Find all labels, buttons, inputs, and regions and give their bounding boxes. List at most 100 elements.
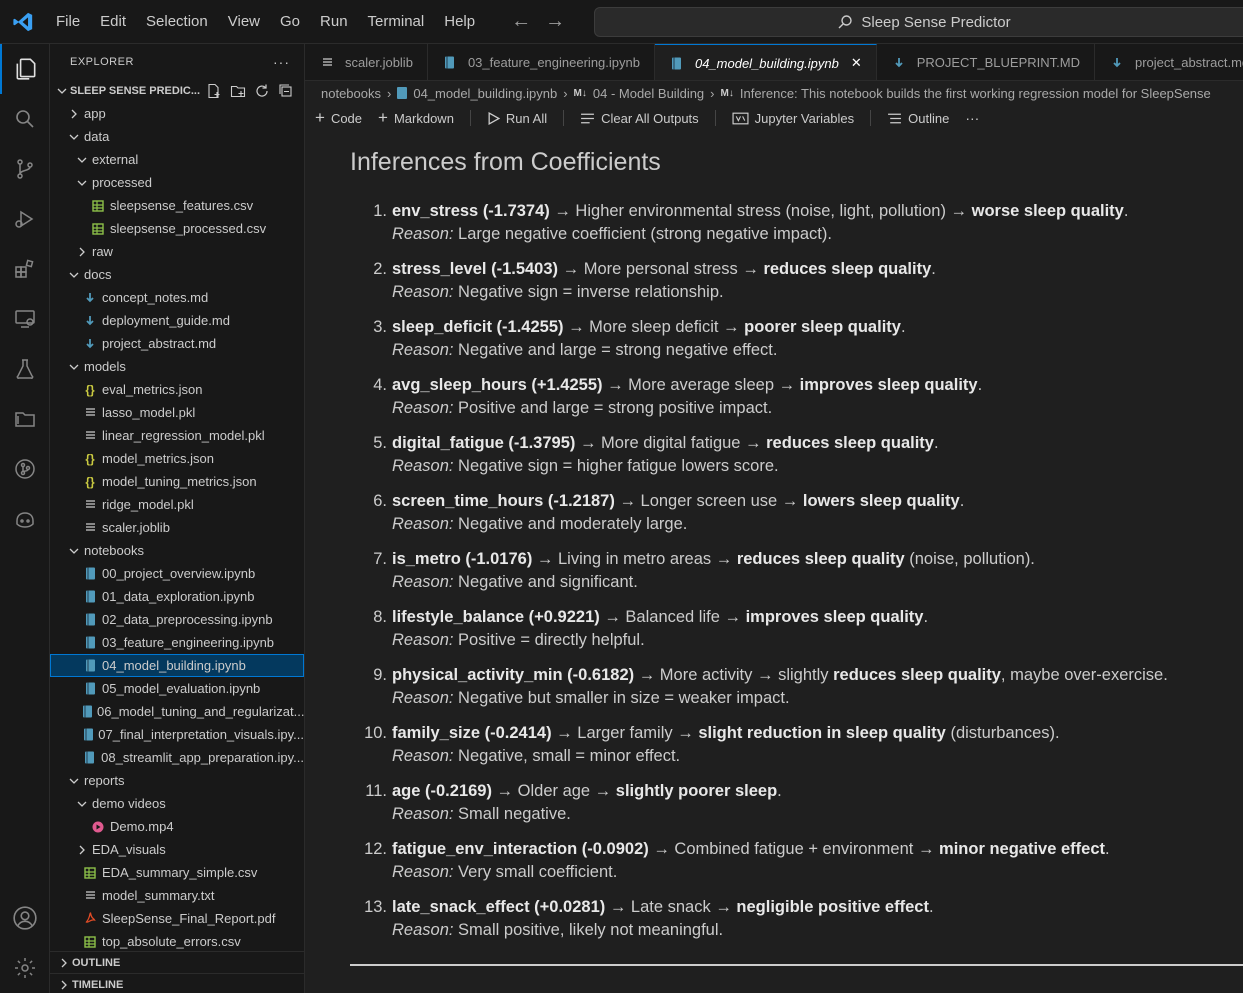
tree-folder[interactable]: docs <box>50 263 304 286</box>
explorer-icon[interactable] <box>0 44 50 94</box>
command-center-search[interactable]: Sleep Sense Predictor <box>594 7 1243 37</box>
tree-file[interactable]: concept_notes.md <box>50 286 304 309</box>
source-control-icon[interactable] <box>0 144 50 194</box>
search-sidebar-icon[interactable] <box>0 94 50 144</box>
tree-folder[interactable]: raw <box>50 240 304 263</box>
close-icon[interactable]: ✕ <box>851 55 862 71</box>
tree-file[interactable]: 01_data_exploration.ipynb <box>50 585 304 608</box>
tree-file[interactable]: 02_data_preprocessing.ipynb <box>50 608 304 631</box>
tree-file[interactable]: 06_model_tuning_and_regularizat... <box>50 700 304 723</box>
copilot-icon[interactable] <box>0 494 50 544</box>
tree-folder[interactable]: notebooks <box>50 539 304 562</box>
refresh-icon[interactable] <box>254 83 270 99</box>
project-folder-header[interactable]: SLEEP SENSE PREDIC... <box>50 80 304 102</box>
add-code-cell-button[interactable]: + Code <box>315 108 362 128</box>
remote-explorer-icon[interactable] <box>0 294 50 344</box>
menu-terminal[interactable]: Terminal <box>358 0 435 44</box>
tree-folder[interactable]: data <box>50 125 304 148</box>
testing-icon[interactable] <box>0 344 50 394</box>
tree-file[interactable]: 05_model_evaluation.ipynb <box>50 677 304 700</box>
tree-file[interactable]: lasso_model.pkl <box>50 401 304 424</box>
more-actions-icon[interactable]: ··· <box>273 54 290 70</box>
coefficient-list: 1. env_stress (-1.7374) → Higher environm… <box>350 200 1243 942</box>
tree-file[interactable]: scaler.joblib <box>50 516 304 539</box>
coefficient-line: fatigue_env_interaction (-0.0902) → Comb… <box>392 838 1110 861</box>
tree-file[interactable]: project_abstract.md <box>50 332 304 355</box>
git-graph-icon[interactable] <box>0 444 50 494</box>
clear-outputs-button[interactable]: Clear All Outputs <box>580 111 699 126</box>
tree-file[interactable]: 08_streamlit_app_preparation.ipy... <box>50 746 304 769</box>
tree-file[interactable]: EDA_summary_simple.csv <box>50 861 304 884</box>
run-debug-icon[interactable] <box>0 194 50 244</box>
tree-file[interactable]: 00_project_overview.ipynb <box>50 562 304 585</box>
jupyter-variables-button[interactable]: Jupyter Variables <box>732 111 854 126</box>
folder-icon[interactable] <box>0 394 50 444</box>
markdown-cell[interactable]: Inferences from Coefficients 1. env_stres… <box>350 144 1243 954</box>
new-folder-icon[interactable] <box>230 83 246 99</box>
variables-icon <box>732 112 749 124</box>
tree-file[interactable]: top_absolute_errors.csv <box>50 930 304 953</box>
forward-arrow-icon[interactable]: → <box>545 10 565 33</box>
tree-folder[interactable]: app <box>50 102 304 125</box>
menu-edit[interactable]: Edit <box>90 0 136 44</box>
tree-file[interactable]: 07_final_interpretation_visuals.ipy... <box>50 723 304 746</box>
tree-file[interactable]: SleepSense_Final_Report.pdf <box>50 907 304 930</box>
extensions-icon[interactable] <box>0 244 50 294</box>
menu-go[interactable]: Go <box>270 0 310 44</box>
tree-file[interactable]: 03_feature_engineering.ipynb <box>50 631 304 654</box>
tail-text: . <box>959 492 965 510</box>
account-icon[interactable] <box>0 893 50 943</box>
editor-tab[interactable]: scaler.joblib <box>305 44 428 80</box>
run-all-button[interactable]: Run All <box>487 111 547 126</box>
tree-file[interactable]: linear_regression_model.pkl <box>50 424 304 447</box>
tree-folder[interactable]: processed <box>50 171 304 194</box>
tree-file[interactable]: {} eval_metrics.json <box>50 378 304 401</box>
reason-line: Reason: Small positive, likely not meani… <box>392 919 934 942</box>
menu-run[interactable]: Run <box>310 0 358 44</box>
breadcrumb-file[interactable]: 04_model_building.ipynb <box>413 86 557 101</box>
timeline-section[interactable]: TIMELINE <box>50 973 304 993</box>
new-file-icon[interactable] <box>206 83 222 99</box>
menu-selection[interactable]: Selection <box>136 0 218 44</box>
menu-file[interactable]: File <box>46 0 90 44</box>
tree-file[interactable]: Demo.mp4 <box>50 815 304 838</box>
reason-text: Negative and significant. <box>453 573 638 591</box>
tree-folder[interactable]: demo videos <box>50 792 304 815</box>
editor-tab[interactable]: project_abstract.md <box>1095 44 1243 80</box>
breadcrumb-folder[interactable]: notebooks <box>321 86 381 101</box>
tree-file[interactable]: {} model_tuning_metrics.json <box>50 470 304 493</box>
notebook-file-icon <box>442 56 458 69</box>
editor-tab[interactable]: 03_feature_engineering.ipynb <box>428 44 655 80</box>
tree-file[interactable]: ridge_model.pkl <box>50 493 304 516</box>
outline-button[interactable]: Outline <box>887 111 949 126</box>
tree-file[interactable]: 04_model_building.ipynb <box>50 654 304 677</box>
tree-file[interactable]: {} model_metrics.json <box>50 447 304 470</box>
tree-folder[interactable]: EDA_visuals <box>50 838 304 861</box>
breadcrumb-cell-1[interactable]: 04 - Model Building <box>593 86 704 101</box>
tree-folder[interactable]: models <box>50 355 304 378</box>
menu-help[interactable]: Help <box>434 0 485 44</box>
outline-section[interactable]: OUTLINE <box>50 951 304 973</box>
editor-tab[interactable]: PROJECT_BLUEPRINT.MD <box>877 44 1095 80</box>
tree-file[interactable]: deployment_guide.md <box>50 309 304 332</box>
tree-file[interactable]: sleepsense_processed.csv <box>50 217 304 240</box>
tree-folder[interactable]: reports <box>50 769 304 792</box>
reason-line: Reason: Negative but smaller in size = w… <box>392 687 1168 710</box>
more-actions-icon[interactable]: ··· <box>965 110 979 126</box>
tree-file[interactable]: sleepsense_features.csv <box>50 194 304 217</box>
editor-tabs: scaler.joblib 03_feature_engineering.ipyn… <box>305 44 1243 81</box>
settings-gear-icon[interactable] <box>0 943 50 993</box>
menu-view[interactable]: View <box>218 0 270 44</box>
collapse-all-icon[interactable] <box>278 83 294 99</box>
tree-item-label: 04_model_building.ipynb <box>102 658 246 673</box>
notebook-file-icon <box>82 682 98 695</box>
back-arrow-icon[interactable]: ← <box>511 10 531 33</box>
breadcrumb-cell-2[interactable]: Inference: This notebook builds the firs… <box>740 86 1211 101</box>
toolbar-divider <box>870 110 872 126</box>
editor-tab[interactable]: 04_model_building.ipynb ✕ <box>654 44 877 80</box>
tree-folder[interactable]: external <box>50 148 304 171</box>
outline-label: Outline <box>908 110 950 126</box>
add-markdown-cell-button[interactable]: + Markdown <box>378 108 454 128</box>
reason-text: Small negative. <box>453 805 571 823</box>
tree-file[interactable]: model_summary.txt <box>50 884 304 907</box>
